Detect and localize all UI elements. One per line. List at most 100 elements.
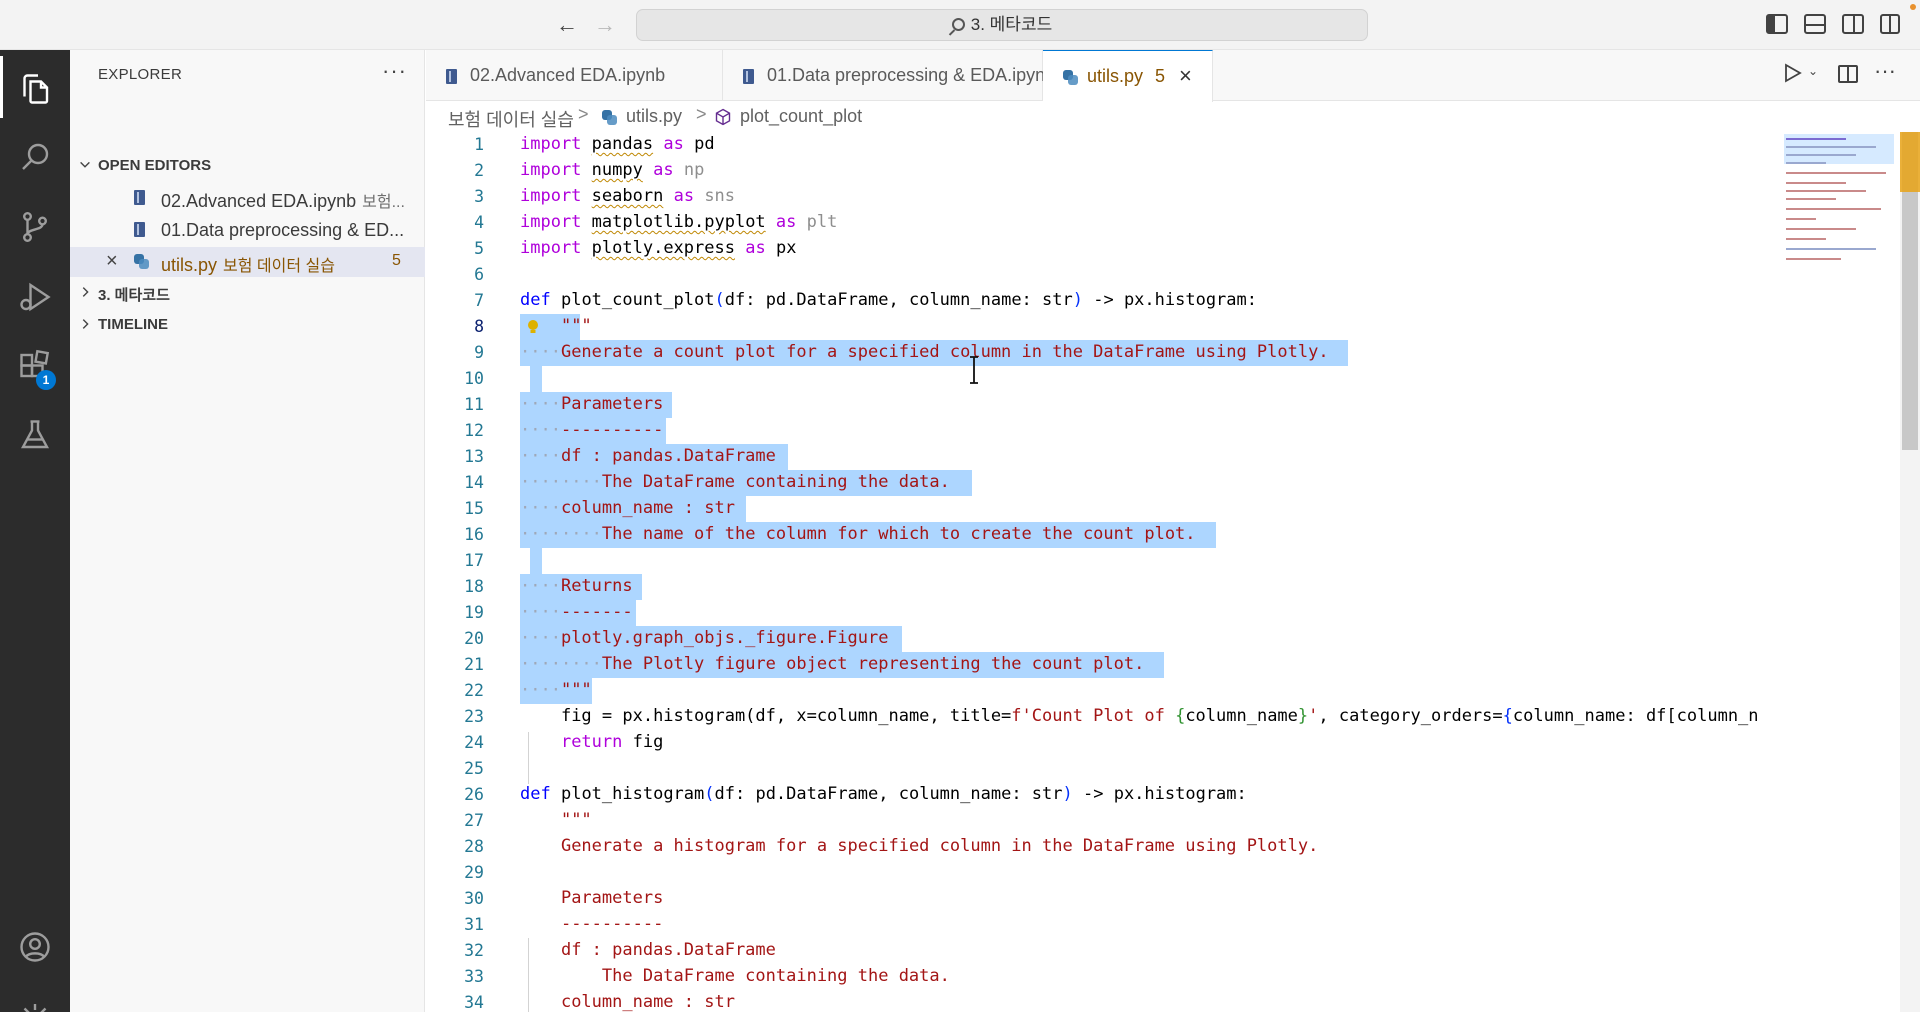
code-token: def <box>520 784 551 804</box>
line-number: 31 <box>464 915 484 934</box>
more-actions-icon[interactable]: ··· <box>382 58 407 84</box>
line-number: 21 <box>464 655 484 674</box>
whitespace-dots: ···· <box>520 602 561 622</box>
code-editor[interactable]: 1 import pandas as pd 2 import numpy as … <box>426 132 1776 1012</box>
chevron-down-icon <box>80 161 90 168</box>
tab-data-preprocessing[interactable]: 01.Data preprocessing & EDA.ipynb <box>723 50 1055 101</box>
line-number: 1 <box>474 135 484 154</box>
run-python-file-icon[interactable] <box>1784 63 1802 83</box>
open-editors-section[interactable]: OPEN EDITORS <box>70 152 425 180</box>
code-token: """ <box>560 316 592 336</box>
whitespace-dots: ···· <box>520 628 561 648</box>
breadcrumb: 보험 데이터 실습 > utils.py > plot_count_plot <box>426 101 1776 131</box>
code-line: 7 def plot_count_plot(df: pd.DataFrame, … <box>426 288 1776 314</box>
toggle-secondary-sidebar-icon[interactable] <box>1842 14 1864 34</box>
code-token: as <box>663 134 684 154</box>
line-number: 29 <box>464 863 484 882</box>
line-number: 17 <box>464 551 484 570</box>
code-line: 12 ····---------- <box>426 418 1776 444</box>
code-token: ( <box>704 784 715 804</box>
whitespace-dots: ···· <box>520 342 561 362</box>
arrow-left-icon[interactable]: ← <box>554 12 580 38</box>
timeline-label: TIMELINE <box>98 316 168 333</box>
code-token: -> px.histogram: <box>1083 290 1257 310</box>
minimap-line <box>1786 190 1866 192</box>
line-number: 16 <box>464 525 484 544</box>
manage-gear-icon[interactable] <box>0 986 70 1012</box>
code-line: 9 ····Generate a count plot for a specif… <box>426 340 1776 366</box>
code-line: 21 ········The Plotly figure object repr… <box>426 652 1776 678</box>
code-line: 2 import numpy as np <box>426 158 1776 184</box>
line-number: 26 <box>464 785 484 804</box>
python-icon <box>134 254 149 269</box>
vertical-scrollbar[interactable] <box>1900 132 1920 1012</box>
code-line: 14 ········The DataFrame containing the … <box>426 470 1776 496</box>
open-editor-name: 01.Data preprocessing & ED... <box>161 220 405 240</box>
chevron-down-icon[interactable]: ⌄ <box>1808 64 1818 78</box>
open-editor-item-active[interactable]: × utils.py 보험 데이터 실습 5 <box>70 247 425 277</box>
line-number: 18 <box>464 577 484 596</box>
whitespace-dots: ···· <box>520 472 561 492</box>
code-line: 16 ········The name of the column for wh… <box>426 522 1776 548</box>
explorer-sidebar: EXPLORER ··· OPEN EDITORS 02.Advanced ED… <box>70 50 425 1012</box>
code-token: plot_histogram <box>560 784 705 804</box>
breadcrumb-symbol[interactable]: plot_count_plot <box>740 106 862 127</box>
code-token: seaborn <box>591 186 664 206</box>
search-icon[interactable] <box>0 124 70 186</box>
minimap[interactable] <box>1776 132 1896 1012</box>
notebook-icon <box>446 69 457 84</box>
code-token: import <box>520 186 582 206</box>
breadcrumb-folder[interactable]: 보험 데이터 실습 <box>448 106 574 132</box>
code-line: 22 ····""" <box>426 678 1776 704</box>
open-editor-item[interactable]: 02.Advanced EDA.ipynb 보험... <box>70 183 425 213</box>
tab-utils-py[interactable]: utils.py 5 × <box>1043 50 1213 102</box>
code-line: 23 fig = px.histogram(df, x=column_name,… <box>426 704 1776 730</box>
code-line: 28 Generate a histogram for a specified … <box>426 834 1776 860</box>
line-number: 13 <box>464 447 484 466</box>
command-center-search[interactable]: 3. 메타코드 <box>636 9 1368 41</box>
line-number: 25 <box>464 759 484 778</box>
code-line: 19 ····------- <box>426 600 1776 626</box>
minimap-line <box>1786 258 1841 260</box>
code-line: 31 ---------- <box>426 912 1776 938</box>
tab-advanced-eda[interactable]: 02.Advanced EDA.ipynb <box>426 50 723 101</box>
line-number: 12 <box>464 421 484 440</box>
code-token: def <box>520 290 551 310</box>
split-editor-icon[interactable] <box>1838 65 1858 83</box>
close-icon[interactable]: × <box>106 250 118 273</box>
notification-dot <box>1910 4 1916 10</box>
open-editor-name: utils.py <box>161 255 218 275</box>
code-line: 11 ····Parameters <box>426 392 1776 418</box>
line-number: 23 <box>464 707 484 726</box>
line-number: 11 <box>464 395 484 414</box>
more-actions-icon[interactable]: ··· <box>1874 58 1896 84</box>
run-debug-icon[interactable] <box>0 264 70 326</box>
explorer-icon[interactable] <box>0 56 70 118</box>
title-bar: ← → 3. 메타코드 <box>0 0 1920 50</box>
code-token: as <box>775 212 797 232</box>
testing-flask-icon[interactable] <box>0 402 70 464</box>
toggle-panel-icon[interactable] <box>1804 14 1826 34</box>
breadcrumb-file[interactable]: utils.py <box>626 106 682 127</box>
close-icon[interactable]: × <box>1179 63 1192 89</box>
code-token: import <box>520 238 582 258</box>
extensions-icon[interactable]: 1 <box>0 334 70 396</box>
open-editor-name: 02.Advanced EDA.ipynb <box>161 191 357 211</box>
minimap-line <box>1786 208 1881 210</box>
toggle-primary-sidebar-icon[interactable] <box>1766 14 1788 34</box>
line-number: 34 <box>464 993 484 1012</box>
customize-layout-icon[interactable] <box>1880 14 1900 34</box>
line-number: 24 <box>464 733 484 752</box>
selection-highlight <box>530 366 542 392</box>
source-control-icon[interactable] <box>0 194 70 256</box>
account-icon[interactable] <box>0 914 70 976</box>
open-editor-item[interactable]: 01.Data preprocessing & ED... <box>70 215 425 245</box>
code-token: column_name : str <box>560 498 735 518</box>
timeline-section[interactable]: TIMELINE <box>70 311 425 339</box>
code-token: { <box>1175 706 1186 726</box>
code-line: 5 import plotly.express as px <box>426 236 1776 262</box>
line-number: 15 <box>464 499 484 518</box>
arrow-right-icon[interactable]: → <box>592 12 618 38</box>
sidebar-title: EXPLORER <box>98 66 183 83</box>
folder-section[interactable]: 3. 메타코드 <box>70 279 425 307</box>
